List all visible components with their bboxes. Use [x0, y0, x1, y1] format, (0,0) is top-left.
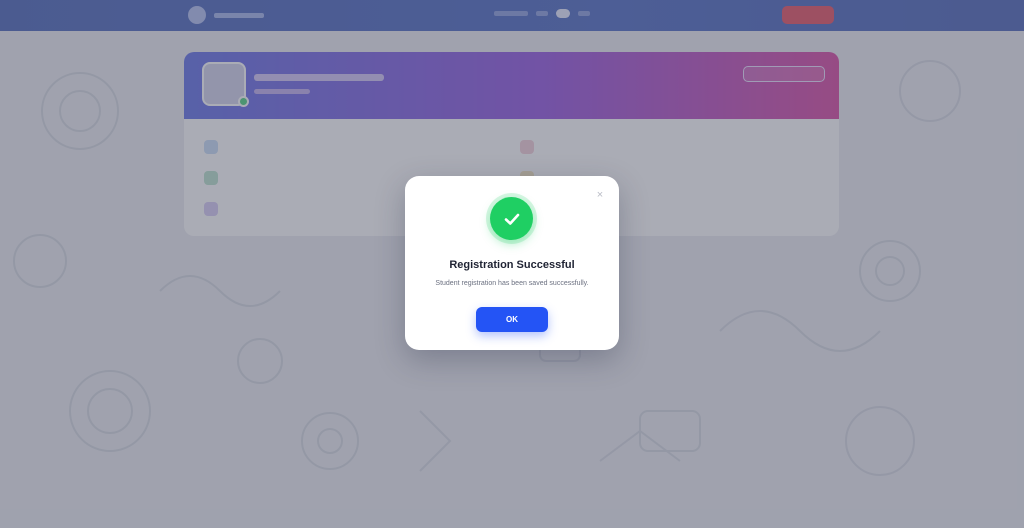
dialog-message: Student registration has been saved succ… [435, 280, 589, 287]
checkmark-icon [504, 213, 519, 225]
success-badge [490, 197, 533, 240]
ok-button[interactable]: OK [476, 307, 548, 332]
dialog-title: Registration Successful [449, 259, 575, 271]
success-dialog: × Registration Successful Student regist… [405, 176, 619, 350]
close-icon[interactable]: × [594, 189, 606, 201]
